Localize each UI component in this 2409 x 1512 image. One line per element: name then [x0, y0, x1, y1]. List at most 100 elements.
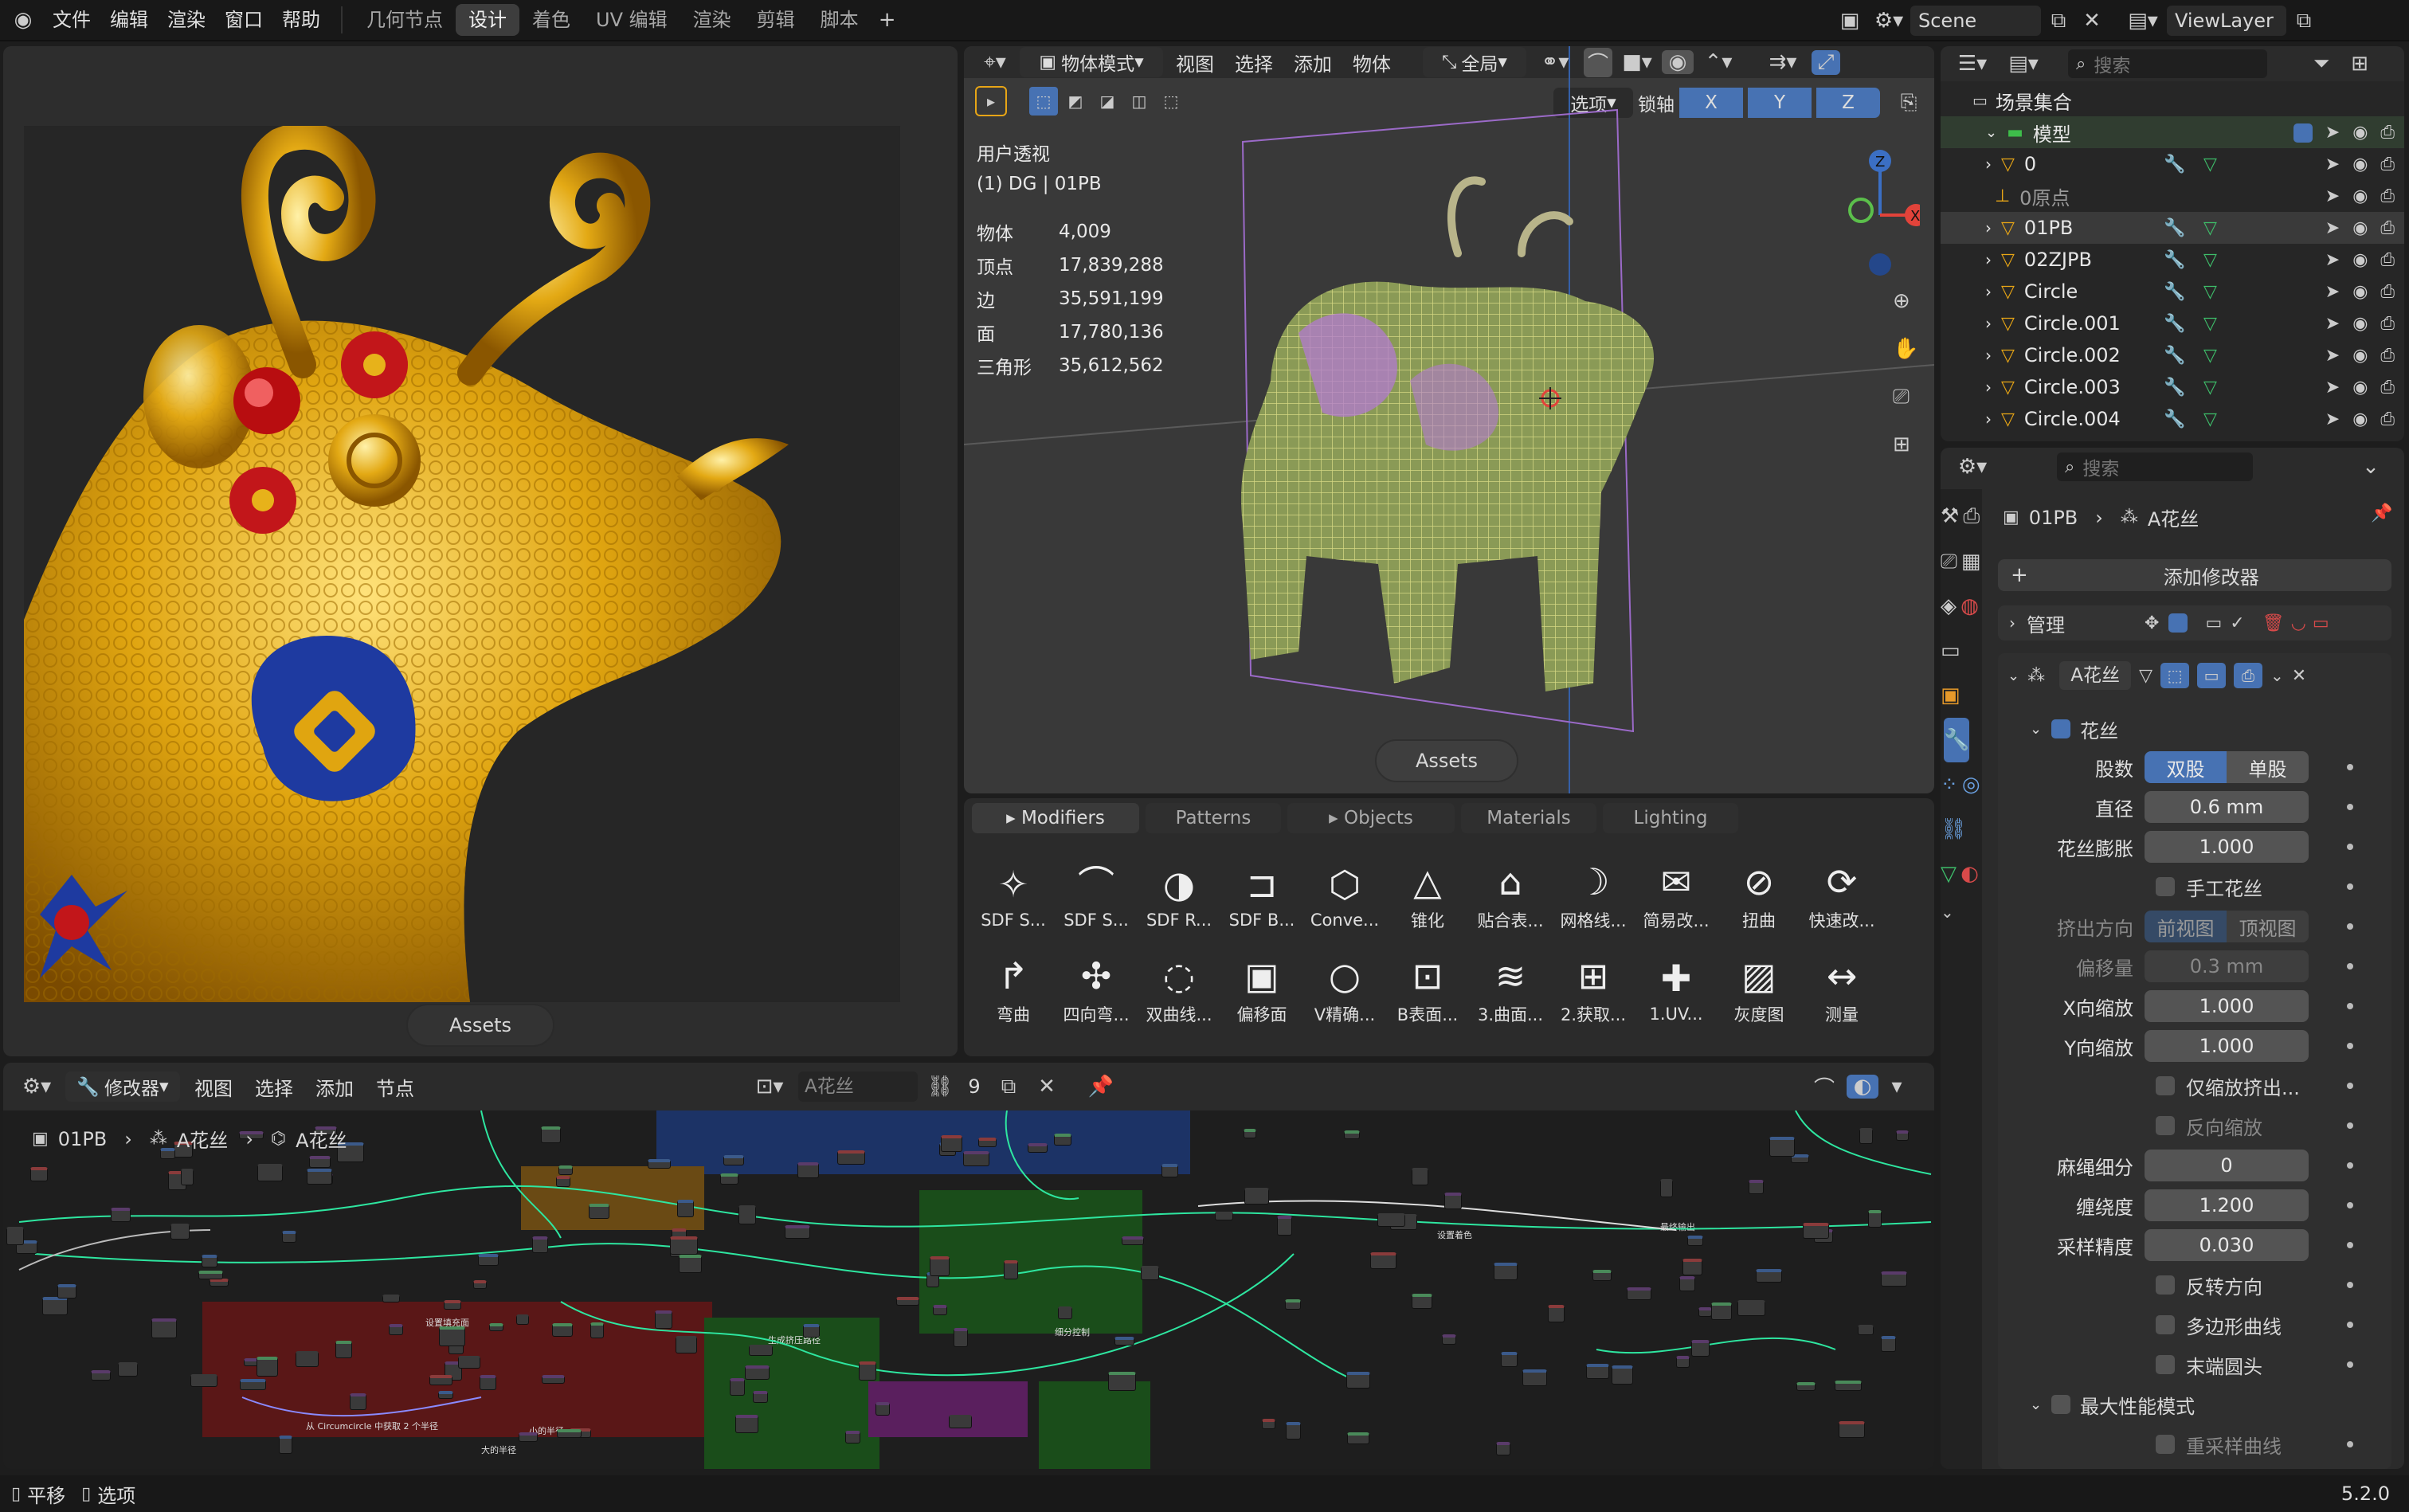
graph-node[interactable]	[785, 1225, 810, 1239]
asset-bend[interactable]: ↱ 弯曲	[972, 950, 1055, 1026]
filter-icon[interactable]: ⏷	[2305, 52, 2337, 76]
graph-node[interactable]	[202, 1255, 217, 1267]
item-expand-icon[interactable]: ›	[1985, 250, 1992, 269]
editor-mode-dropdown[interactable]: 🔧 修改器 ▾	[65, 1071, 180, 1102]
node-menu-add[interactable]: 添加	[307, 1073, 362, 1101]
graph-node[interactable]	[1370, 1252, 1396, 1269]
graph-node[interactable]	[1796, 1382, 1816, 1391]
x-scale-keyframe-dot[interactable]	[2347, 1003, 2353, 1009]
asset-fetch[interactable]: ⊞ 2.获取...	[1552, 950, 1635, 1026]
properties-dropdown-icon[interactable]: ⌄	[2355, 455, 2387, 479]
graph-node[interactable]	[1442, 1334, 1456, 1345]
asset-sdf-box[interactable]: ⊐ SDF B...	[1220, 858, 1303, 930]
graph-node[interactable]	[307, 1169, 332, 1185]
asset-curved-surface[interactable]: ≋ 3.曲面...	[1469, 950, 1552, 1026]
tabs-more-icon[interactable]: ⌄	[1941, 896, 1954, 928]
flip-dir-keyframe-dot[interactable]	[2347, 1282, 2353, 1288]
tab-objects[interactable]: ▸ Objects	[1287, 803, 1455, 833]
graph-node[interactable]	[1756, 1269, 1782, 1283]
twist-field[interactable]: 1.200	[2145, 1189, 2309, 1221]
render-camera-icon[interactable]: ⎙	[2380, 282, 2395, 302]
sample-keyframe-dot[interactable]	[2347, 1242, 2353, 1248]
graph-node[interactable]	[749, 1345, 773, 1356]
navigation-gizmo[interactable]: Z X	[1840, 145, 1927, 280]
render-assets-button[interactable]: Assets	[406, 1004, 554, 1047]
graph-node[interactable]	[532, 1236, 548, 1253]
graph-node[interactable]	[1896, 1130, 1909, 1141]
x-scale-field[interactable]: 1.000	[2145, 990, 2309, 1022]
twist-keyframe-dot[interactable]	[2347, 1202, 2353, 1208]
graph-node[interactable]	[648, 1159, 671, 1169]
view-layer-copy-icon[interactable]: ⧉	[2286, 9, 2321, 33]
asset-measure[interactable]: ↔ 测量	[1800, 950, 1883, 1026]
asset-quad-bend[interactable]: ✣ 四向弯...	[1055, 950, 1138, 1026]
graph-node[interactable]	[257, 1164, 283, 1181]
outliner-item[interactable]: › ▽ Circle.003 🔧 ▽ ➤ ◉ ⎙	[1941, 371, 2404, 403]
node-tree-field[interactable]: A花丝	[798, 1071, 918, 1102]
tab-uv-editing[interactable]: UV 编辑	[583, 4, 680, 36]
graph-node[interactable]	[210, 1279, 229, 1287]
graph-node[interactable]	[949, 1415, 972, 1428]
select-arrow-icon[interactable]: ➤	[2325, 218, 2340, 238]
grid-view-icon[interactable]: ⊞	[1893, 421, 1910, 468]
outliner-item[interactable]: › ▽ Circle.002 🔧 ▽ ➤ ◉ ⎙	[1941, 339, 2404, 371]
data-tab-icon[interactable]: ▽	[1941, 852, 1957, 896]
graph-node[interactable]	[941, 1135, 962, 1152]
item-expand-icon[interactable]: ›	[1985, 378, 1992, 397]
flip-dir-checkbox[interactable]	[2156, 1275, 2175, 1295]
tab-compositing[interactable]: 剪辑	[744, 4, 808, 36]
node-menu-view[interactable]: 视图	[186, 1073, 241, 1101]
graph-node[interactable]	[1028, 1143, 1048, 1153]
graph-node[interactable]	[590, 1322, 604, 1338]
modifier-expand-icon[interactable]: ⌄	[2007, 668, 2019, 684]
graph-node[interactable]	[350, 1393, 366, 1410]
graph-node[interactable]	[1108, 1372, 1136, 1391]
graph-node[interactable]	[309, 1156, 331, 1168]
handmade-checkbox[interactable]	[2156, 877, 2175, 896]
view-layer-icon[interactable]: ▤▾	[2119, 9, 2167, 33]
graph-node[interactable]	[542, 1375, 565, 1384]
select-arrow-icon[interactable]: ➤	[2325, 378, 2340, 398]
graph-node[interactable]	[1859, 1128, 1873, 1144]
graph-node[interactable]	[389, 1324, 403, 1335]
graph-node[interactable]	[1141, 1266, 1159, 1280]
graph-node[interactable]	[1244, 1188, 1269, 1205]
diameter-keyframe-dot[interactable]	[2347, 804, 2353, 810]
item-expand-icon[interactable]: ›	[1985, 155, 1992, 174]
poly-curve-checkbox[interactable]	[2156, 1315, 2175, 1334]
new-collection-icon[interactable]: ⊞	[2344, 52, 2376, 76]
pan-hand-icon[interactable]: ✋	[1893, 325, 1918, 373]
node-overlay-dropdown-icon[interactable]: ▾	[1885, 1075, 1909, 1099]
render-camera-icon[interactable]: ⎙	[2380, 123, 2395, 143]
manage-move-icon[interactable]: ✥	[2145, 613, 2159, 633]
asset-cone[interactable]: △ 锥化	[1386, 856, 1469, 932]
graph-node[interactable]	[516, 1314, 529, 1325]
menu-edit[interactable]: 编辑	[100, 0, 158, 41]
graph-node[interactable]	[382, 1295, 400, 1302]
graph-node[interactable]	[1676, 1356, 1690, 1368]
item-expand-icon[interactable]: ›	[1985, 409, 1992, 429]
graph-node[interactable]	[1412, 1168, 1428, 1185]
y-scale-field[interactable]: 1.000	[2145, 1030, 2309, 1062]
asset-double-curve[interactable]: ◌ 双曲线...	[1138, 950, 1220, 1026]
viewport-assets-button[interactable]: Assets	[1375, 739, 1518, 782]
scene-copy-icon[interactable]: ⧉	[2041, 9, 2076, 33]
filigree-swell-field[interactable]: 1.000	[2145, 831, 2309, 863]
pin-icon[interactable]: 📌	[1085, 1075, 1117, 1099]
select-arrow-icon[interactable]: ➤	[2325, 155, 2340, 174]
graph-node[interactable]	[1548, 1305, 1565, 1322]
graph-node[interactable]	[282, 1231, 296, 1243]
scale-extrude-only-checkbox[interactable]	[2156, 1076, 2175, 1095]
graph-node[interactable]	[335, 1341, 352, 1358]
cage-icon[interactable]: ⬚	[2160, 663, 2190, 688]
graph-node[interactable]	[1660, 1179, 1673, 1197]
graph-node[interactable]	[676, 1336, 697, 1353]
menu-help[interactable]: 帮助	[272, 0, 330, 41]
graph-node[interactable]	[473, 1280, 487, 1289]
graph-node[interactable]	[1277, 1216, 1292, 1236]
outliner-item[interactable]: › ▽ Circle 🔧 ▽ ➤ ◉ ⎙	[1941, 276, 2404, 307]
extrude-dir-option-0[interactable]: 前视图	[2145, 911, 2227, 942]
constraints-tab-icon[interactable]: ⛓	[1941, 807, 1967, 852]
render-camera-icon[interactable]: ⎙	[2380, 378, 2395, 398]
node-menu-select[interactable]: 选择	[247, 1073, 301, 1101]
